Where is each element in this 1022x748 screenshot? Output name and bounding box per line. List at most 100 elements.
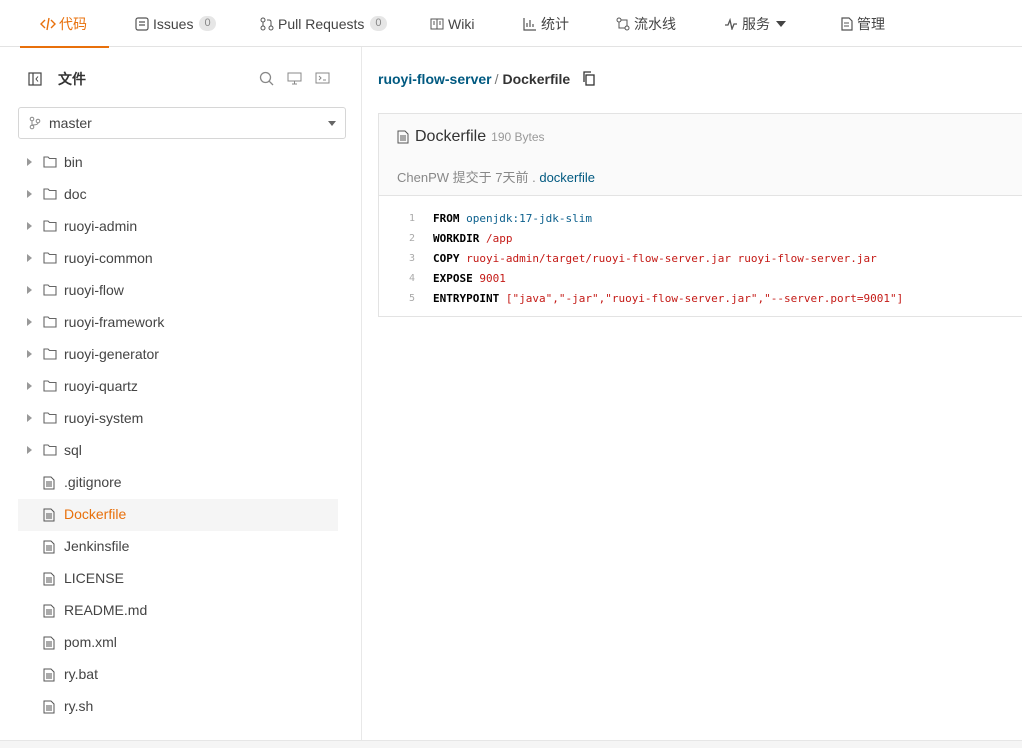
expand-arrow-icon[interactable] xyxy=(27,222,32,230)
tree-item-label: ruoyi-framework xyxy=(64,314,165,330)
tree-item-label: ry.bat xyxy=(64,666,98,682)
file-size: 190 Bytes xyxy=(491,130,545,144)
tree-folder-item[interactable]: ruoyi-system xyxy=(18,403,338,435)
commit-message-link[interactable]: dockerfile xyxy=(539,170,595,185)
tree-item-label: ruoyi-common xyxy=(64,250,153,266)
folder-icon xyxy=(43,188,57,202)
tree-folder-item[interactable]: ruoyi-generator xyxy=(18,339,338,371)
monitor-icon[interactable] xyxy=(286,70,302,86)
pipeline-icon xyxy=(615,16,631,32)
code-text: EXPOSE 9001 xyxy=(433,272,506,285)
sidebar-title: 文件 xyxy=(58,71,86,87)
expand-arrow-icon[interactable] xyxy=(27,158,32,166)
folder-icon xyxy=(43,444,57,458)
file-view: ruoyi-flow-server / Dockerfile Dockerfil… xyxy=(363,47,1022,748)
tab-label: 代码 xyxy=(59,15,87,32)
tab-label: 流水线 xyxy=(634,15,676,32)
manage-icon xyxy=(838,16,854,32)
tab-service[interactable]: 服务 xyxy=(723,0,786,47)
tree-item-label: ruoyi-flow xyxy=(64,282,124,298)
copy-path-icon[interactable] xyxy=(582,71,596,87)
file-icon xyxy=(43,572,57,586)
file-icon xyxy=(43,508,57,522)
code-text: COPY ruoyi-admin/target/ruoyi-flow-serve… xyxy=(433,252,877,265)
expand-arrow-icon[interactable] xyxy=(27,190,32,198)
code-string: ["java","-jar","ruoyi-flow-server.jar","… xyxy=(505,291,904,305)
expand-arrow-icon[interactable] xyxy=(27,350,32,358)
branch-icon xyxy=(29,116,41,130)
tree-file-item[interactable]: Dockerfile xyxy=(18,499,338,531)
chevron-down-icon xyxy=(776,20,786,27)
expand-arrow-icon[interactable] xyxy=(27,382,32,390)
tree-item-label: ruoyi-quartz xyxy=(64,378,138,394)
tree-folder-item[interactable]: doc xyxy=(18,179,338,211)
tree-item-label: sql xyxy=(64,442,82,458)
tree-file-item[interactable]: ry.sh xyxy=(18,691,338,723)
commit-author[interactable]: ChenPW xyxy=(397,170,449,185)
expand-arrow-icon[interactable] xyxy=(27,318,32,326)
file-content-box: Dockerfile 190 Bytes ChenPW 提交于 7天前 . do… xyxy=(378,113,1022,317)
folder-icon xyxy=(43,220,57,234)
tab-wiki[interactable]: Wiki xyxy=(429,0,474,47)
tree-file-item[interactable]: Jenkinsfile xyxy=(18,531,338,563)
tab-stats[interactable]: 统计 xyxy=(522,0,569,47)
tab-pull-requests[interactable]: Pull Requests 0 xyxy=(259,0,387,47)
tree-folder-item[interactable]: bin xyxy=(18,147,338,179)
folder-icon xyxy=(43,252,57,266)
terminal-icon[interactable] xyxy=(314,70,330,86)
tab-code[interactable]: 代码 xyxy=(20,0,109,48)
expand-arrow-icon[interactable] xyxy=(27,286,32,294)
tab-pipeline[interactable]: 流水线 xyxy=(615,0,676,47)
expand-arrow-icon[interactable] xyxy=(27,446,32,454)
tree-file-item[interactable]: README.md xyxy=(18,595,338,627)
wiki-icon xyxy=(429,16,445,32)
code-keyword: WORKDIR xyxy=(433,231,480,245)
tab-manage[interactable]: 管理 xyxy=(838,0,885,47)
breadcrumb-repo-link[interactable]: ruoyi-flow-server xyxy=(378,71,492,87)
code-keyword: ENTRYPOINT xyxy=(433,291,500,305)
file-icon xyxy=(43,540,57,554)
tree-item-label: ruoyi-system xyxy=(64,410,144,426)
code-icon xyxy=(40,16,56,32)
last-commit-info: ChenPW 提交于 7天前 . dockerfile xyxy=(397,167,595,186)
breadcrumb-file: Dockerfile xyxy=(502,71,571,87)
line-number: 4 xyxy=(408,272,415,284)
collapse-sidebar-icon[interactable] xyxy=(26,70,44,88)
tree-file-item[interactable]: pom.xml xyxy=(18,627,338,659)
tree-item-label: ruoyi-generator xyxy=(64,346,159,362)
line-number: 2 xyxy=(408,232,415,244)
folder-icon xyxy=(43,284,57,298)
tree-folder-item[interactable]: sql xyxy=(18,435,338,467)
stats-icon xyxy=(522,16,538,32)
branch-select[interactable]: master xyxy=(18,107,346,139)
code-text: FROM openjdk:17-jdk-slim xyxy=(433,212,592,225)
code-string: ruoyi-admin/target/ruoyi-flow-server.jar… xyxy=(466,251,877,265)
file-icon xyxy=(43,604,57,618)
repo-tab-bar: 代码 Issues 0 Pull Requests 0 Wiki 统计 流水线 xyxy=(0,0,1022,48)
tree-folder-item[interactable]: ruoyi-framework xyxy=(18,307,338,339)
folder-icon xyxy=(43,412,57,426)
tree-folder-item[interactable]: ruoyi-quartz xyxy=(18,371,338,403)
expand-arrow-icon[interactable] xyxy=(27,254,32,262)
expand-arrow-icon[interactable] xyxy=(27,414,32,422)
tree-file-item[interactable]: .gitignore xyxy=(18,467,338,499)
tree-folder-item[interactable]: ruoyi-common xyxy=(18,243,338,275)
code-line: 1 FROM openjdk:17-jdk-slim xyxy=(379,208,1022,228)
tree-item-label: ry.sh xyxy=(64,698,94,714)
tree-file-item[interactable]: ry.bat xyxy=(18,659,338,691)
file-tree: bin doc ruoyi-admin ruoyi-common ruoyi-flow r… xyxy=(18,147,338,723)
tab-label: Wiki xyxy=(448,15,475,32)
tab-issues[interactable]: Issues 0 xyxy=(134,0,216,47)
tree-file-item[interactable]: LICENSE xyxy=(18,563,338,595)
file-icon xyxy=(43,700,57,714)
pull-requests-count-badge: 0 xyxy=(370,16,387,31)
tab-label: Pull Requests xyxy=(278,15,365,32)
bottom-bar xyxy=(0,740,1022,748)
search-icon[interactable] xyxy=(258,70,274,86)
tree-folder-item[interactable]: ruoyi-flow xyxy=(18,275,338,307)
code-text: WORKDIR /app xyxy=(433,232,512,245)
commit-time: 7天前 xyxy=(495,170,529,185)
tree-folder-item[interactable]: ruoyi-admin xyxy=(18,211,338,243)
commit-text: 提交于 xyxy=(449,170,496,185)
code-keyword: FROM xyxy=(433,211,460,225)
